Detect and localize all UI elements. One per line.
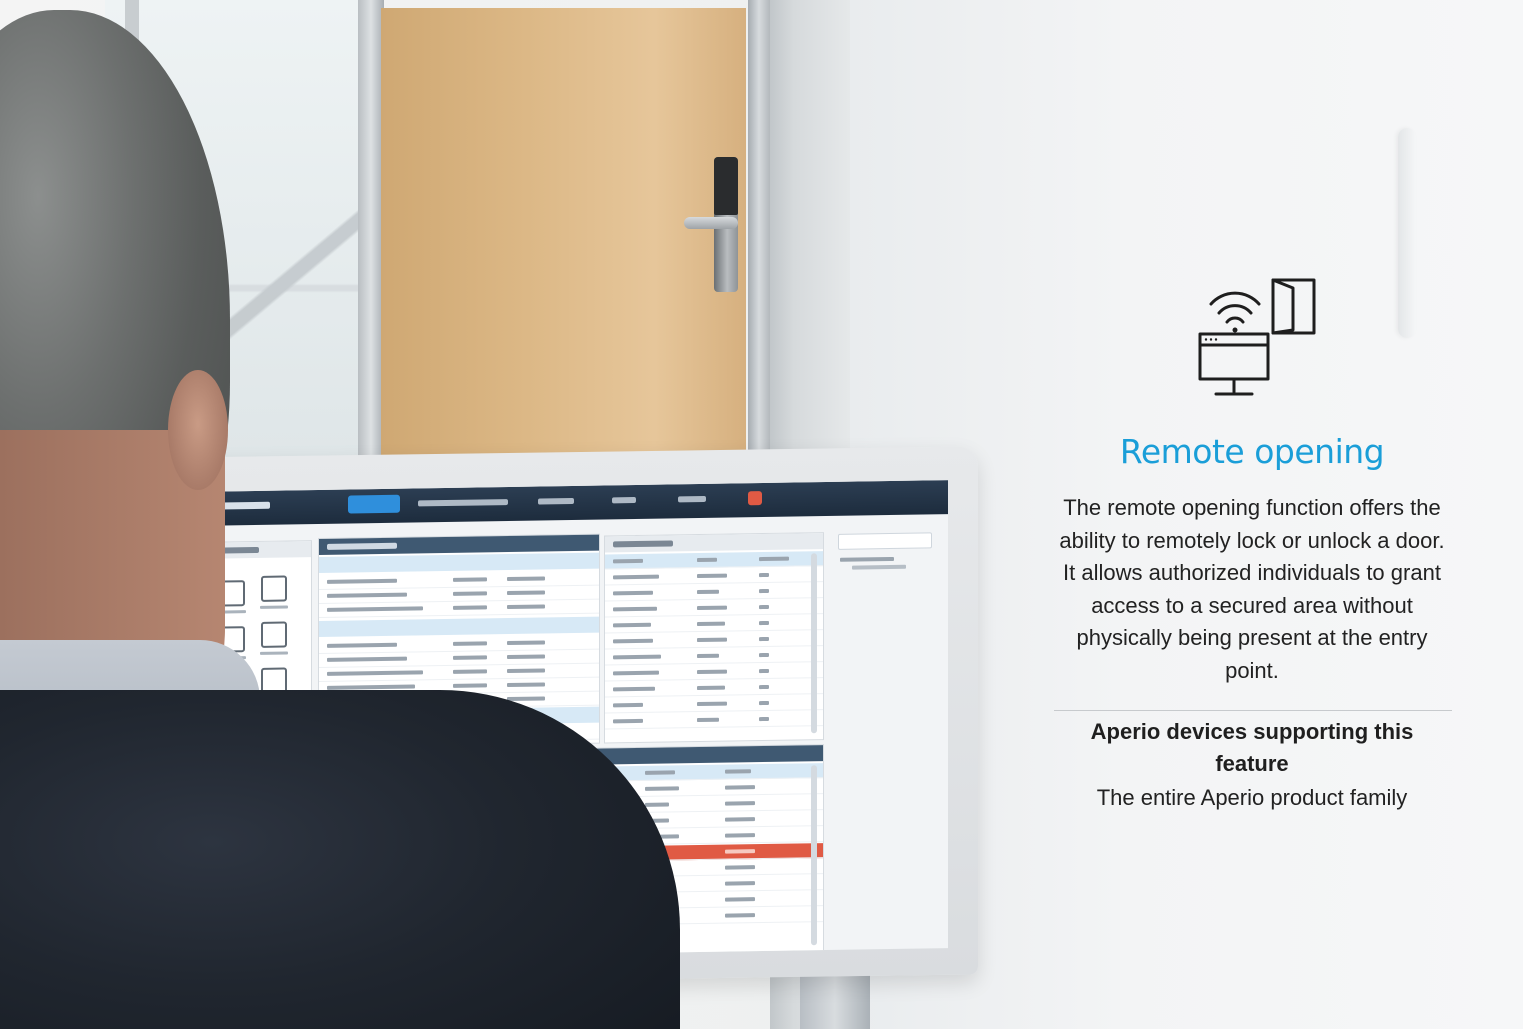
remote-opening-icon [1190, 268, 1320, 403]
supported-devices-value: The entire Aperio product family [1096, 785, 1408, 810]
wooden-door [381, 8, 746, 460]
scrollbar [811, 553, 817, 734]
search-history-label [840, 556, 894, 562]
panel-title [613, 540, 673, 548]
panel-header [605, 533, 823, 553]
scrollbar [811, 765, 817, 946]
door-handle [684, 217, 738, 229]
door-icon [261, 621, 287, 648]
divider [1054, 710, 1452, 711]
tile-label [260, 605, 288, 609]
nav-tab [612, 497, 636, 504]
person-ear [168, 370, 228, 490]
users-panel [604, 532, 824, 744]
nav-tab [538, 498, 574, 505]
supported-devices-heading: Aperio devices supporting this feature [1090, 719, 1414, 776]
nav-tab [418, 499, 508, 507]
alert-icon [748, 491, 762, 506]
lock-reader [714, 157, 738, 215]
feature-description: The remote opening function offers the a… [1059, 495, 1445, 683]
panel-header [319, 534, 599, 556]
nav-tab [678, 495, 706, 503]
table-row [605, 711, 823, 730]
search-history-empty [852, 564, 906, 570]
cabinet-handle [1398, 128, 1416, 338]
feature-slide: Remote opening The remote opening functi… [0, 0, 1523, 1029]
list-item [319, 598, 599, 619]
nav-tab-dashboard [348, 494, 400, 514]
day-band [319, 616, 599, 638]
monitor-stand [800, 975, 870, 1029]
search-input [838, 532, 932, 550]
door-frame-right [748, 0, 770, 460]
panel-title [327, 542, 397, 550]
door-icon [261, 575, 287, 602]
feature-title: Remote opening [1119, 432, 1385, 471]
person-jacket [0, 690, 680, 1029]
day-band [319, 552, 599, 574]
tile-label [260, 651, 288, 655]
